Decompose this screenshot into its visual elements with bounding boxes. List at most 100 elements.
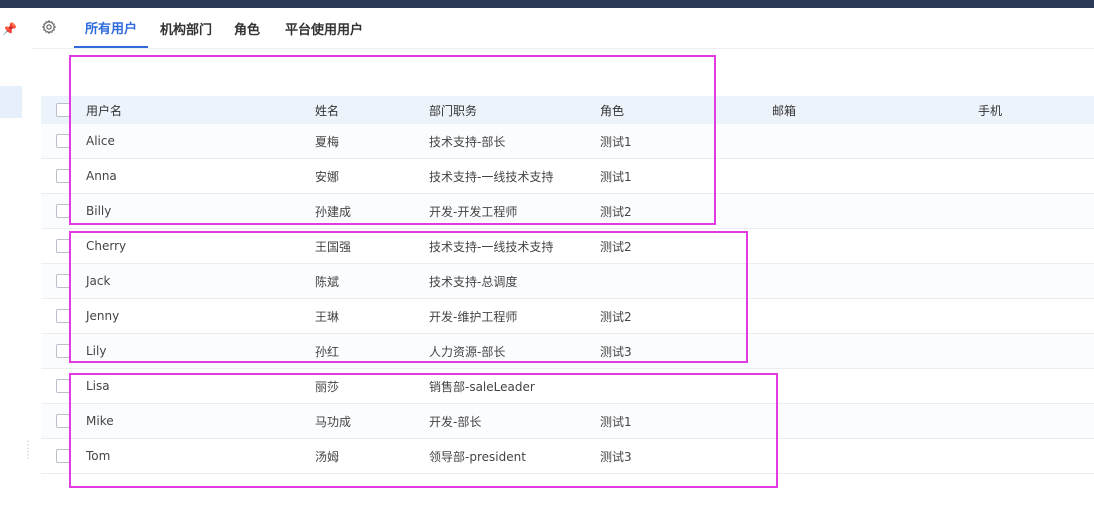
table-row[interactable]: Cherry 王国强 技术支持-一线技术支持 测试2 [41, 229, 1094, 264]
cell-username: Anna [86, 169, 117, 183]
cell-email [772, 229, 922, 263]
cell-department: 技术支持-部长 [429, 134, 506, 149]
table-row[interactable]: Alice 夏梅 技术支持-部长 测试1 [41, 124, 1094, 159]
cell-phone [978, 159, 1088, 193]
cell-phone [978, 439, 1088, 473]
header-department[interactable]: 部门职务 [429, 96, 589, 124]
main-area: 所有用户 机构部门 角色 平台使用用户 用户名 姓名 部门职务 角色 邮箱 手机… [32, 8, 1094, 526]
cell-department: 技术支持-总调度 [429, 274, 518, 289]
cell-department: 开发-部长 [429, 414, 482, 429]
cell-department: 开发-开发工程师 [429, 204, 518, 219]
cell-department: 开发-维护工程师 [429, 309, 518, 324]
top-bar [0, 0, 1094, 8]
header-phone[interactable]: 手机 [978, 96, 1088, 124]
cell-username: Tom [86, 449, 111, 463]
cell-name: 汤姆 [315, 449, 340, 464]
cell-email [772, 439, 922, 473]
row-checkbox-cell [56, 264, 72, 298]
table-row[interactable]: Billy 孙建成 开发-开发工程师 测试2 [41, 194, 1094, 229]
row-checkbox-cell [56, 194, 72, 228]
cell-username: Lily [86, 344, 107, 358]
row-checkbox-cell [56, 229, 72, 263]
cell-phone [978, 369, 1088, 403]
cell-role: 测试2 [600, 309, 632, 324]
tab-platform-users[interactable]: 平台使用用户 [281, 8, 367, 48]
tab-departments[interactable]: 机构部门 [152, 8, 220, 48]
cell-role [600, 264, 710, 298]
cell-department: 技术支持-一线技术支持 [429, 239, 554, 254]
tab-all-users[interactable]: 所有用户 [74, 8, 148, 48]
cell-username: Lisa [86, 379, 110, 393]
table-row[interactable]: Anna 安娜 技术支持-一线技术支持 测试1 [41, 159, 1094, 194]
row-checkbox[interactable] [56, 449, 70, 463]
cell-name: 王琳 [315, 309, 340, 324]
cell-department: 销售部-saleLeader [429, 379, 535, 394]
cell-department: 领导部-president [429, 449, 526, 464]
cell-role: 测试1 [600, 414, 632, 429]
header-role[interactable]: 角色 [600, 96, 710, 124]
cell-role [600, 369, 710, 403]
cell-email [772, 124, 922, 158]
cell-name: 马功成 [315, 414, 352, 429]
row-checkbox[interactable] [56, 239, 70, 253]
select-all-checkbox[interactable] [56, 103, 70, 117]
header-checkbox-cell [56, 96, 72, 124]
cell-department: 人力资源-部长 [429, 344, 506, 359]
row-checkbox-cell [56, 404, 72, 438]
left-sidebar: 📌 ⋮ ⋮ [0, 8, 33, 526]
cell-role: 测试3 [600, 344, 632, 359]
sidebar-active-item[interactable] [0, 86, 22, 118]
row-checkbox[interactable] [56, 274, 70, 288]
row-checkbox[interactable] [56, 309, 70, 323]
row-checkbox-cell [56, 369, 72, 403]
cell-email [772, 264, 922, 298]
cell-role: 测试3 [600, 449, 632, 464]
cell-username: Jenny [86, 309, 120, 323]
cell-email [772, 369, 922, 403]
row-checkbox[interactable] [56, 204, 70, 218]
cell-email [772, 159, 922, 193]
table-row[interactable]: Lisa 丽莎 销售部-saleLeader [41, 369, 1094, 404]
row-checkbox[interactable] [56, 379, 70, 393]
header-name[interactable]: 姓名 [315, 96, 415, 124]
cell-name: 夏梅 [315, 134, 340, 149]
cell-phone [978, 194, 1088, 228]
cell-username: Jack [86, 274, 111, 288]
tab-bar: 所有用户 机构部门 角色 平台使用用户 [32, 8, 1094, 49]
cell-name: 安娜 [315, 169, 340, 184]
table-row[interactable]: Tom 汤姆 领导部-president 测试3 [41, 439, 1094, 474]
row-checkbox[interactable] [56, 414, 70, 428]
cell-role: 测试2 [600, 204, 632, 219]
cell-phone [978, 404, 1088, 438]
users-table: 用户名 姓名 部门职务 角色 邮箱 手机 Alice 夏梅 技术支持-部长 测试… [41, 96, 1094, 474]
row-checkbox-cell [56, 334, 72, 368]
cell-name: 孙建成 [315, 204, 352, 219]
cell-role: 测试1 [600, 169, 632, 184]
cell-email [772, 404, 922, 438]
row-checkbox[interactable] [56, 169, 70, 183]
cell-username: Mike [86, 414, 114, 428]
cell-username: Alice [86, 134, 115, 148]
table-row[interactable]: Jack 陈斌 技术支持-总调度 [41, 264, 1094, 299]
tab-roles[interactable]: 角色 [226, 8, 268, 48]
header-username[interactable]: 用户名 [86, 96, 296, 124]
cell-department: 技术支持-一线技术支持 [429, 169, 554, 184]
table-row[interactable]: Mike 马功成 开发-部长 测试1 [41, 404, 1094, 439]
pin-icon[interactable]: 📌 [2, 22, 17, 36]
content-panel: 用户名 姓名 部门职务 角色 邮箱 手机 Alice 夏梅 技术支持-部长 测试… [32, 56, 1094, 526]
row-checkbox-cell [56, 439, 72, 473]
table-header: 用户名 姓名 部门职务 角色 邮箱 手机 [41, 96, 1094, 124]
header-email[interactable]: 邮箱 [772, 96, 922, 124]
cell-phone [978, 229, 1088, 263]
row-checkbox[interactable] [56, 134, 70, 148]
cell-role: 测试1 [600, 134, 632, 149]
cell-name: 丽莎 [315, 379, 340, 394]
cell-phone [978, 264, 1088, 298]
cell-name: 陈斌 [315, 274, 340, 289]
cell-name: 王国强 [315, 239, 352, 254]
gear-icon[interactable] [40, 18, 58, 36]
row-checkbox[interactable] [56, 344, 70, 358]
table-row[interactable]: Lily 孙红 人力资源-部长 测试3 [41, 334, 1094, 369]
table-row[interactable]: Jenny 王琳 开发-维护工程师 测试2 [41, 299, 1094, 334]
cell-username: Billy [86, 204, 112, 218]
